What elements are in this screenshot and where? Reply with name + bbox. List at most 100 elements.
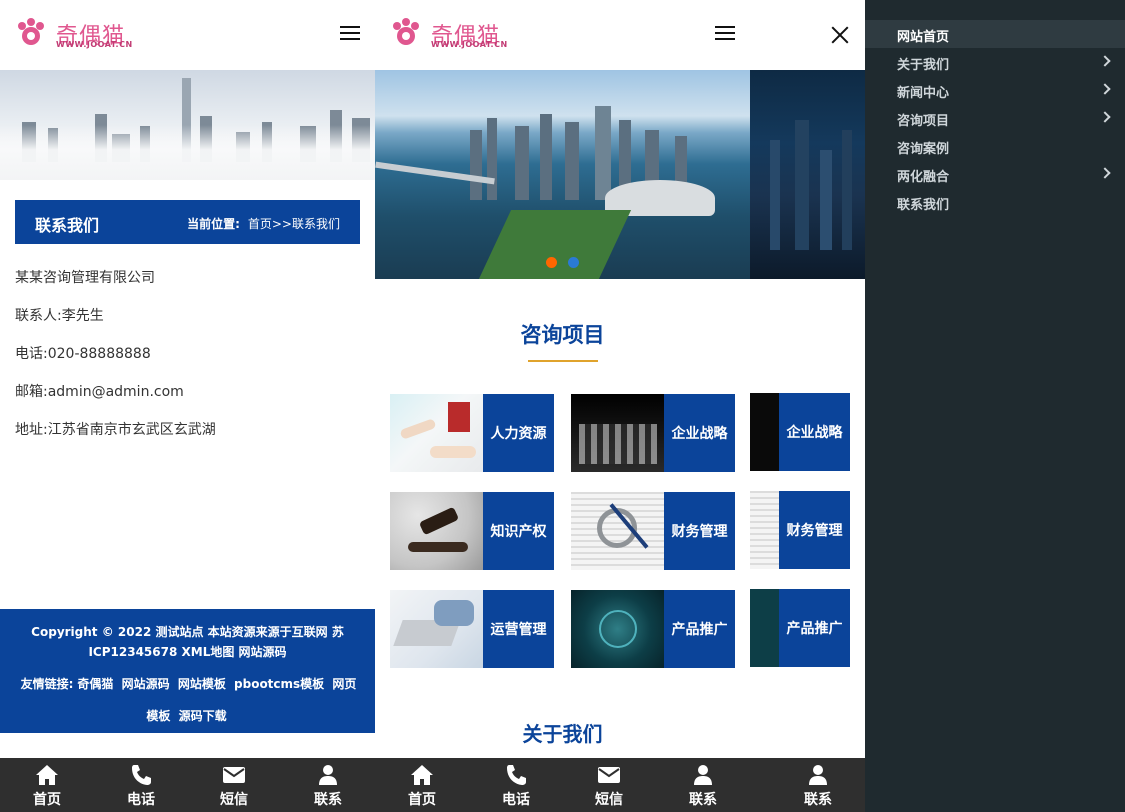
service-label: 人力资源	[483, 394, 554, 472]
close-menu-icon[interactable]	[831, 26, 849, 44]
page-title: 联系我们	[35, 216, 100, 235]
tab-label: 首页	[408, 792, 436, 808]
menu-hamburger-icon[interactable]	[340, 26, 360, 42]
chevron-right-icon[interactable]	[1099, 167, 1111, 179]
circuit-photo-icon	[750, 589, 779, 667]
tab-phone[interactable]: 电话	[476, 758, 556, 812]
contact-address: 地址:江苏省南京市玄武区玄武湖	[15, 422, 216, 438]
section-underline	[528, 360, 598, 362]
tab-contact[interactable]: 联系	[288, 758, 368, 812]
service-card-marketing-clone[interactable]: 产品推广	[750, 589, 850, 667]
header: 奇偶猫 WWW.JOOAT.CN	[375, 0, 750, 70]
site-logo[interactable]: 奇偶猫 WWW.JOOAT.CN	[14, 16, 133, 56]
slide-image-city-night	[750, 70, 865, 279]
tab-sms[interactable]: 短信	[194, 758, 274, 812]
header: 奇偶猫 WWW.JOOAT.CN	[0, 0, 375, 70]
service-label: 知识产权	[483, 492, 554, 570]
chevron-right-icon[interactable]	[1099, 111, 1111, 123]
service-card-finance-clone[interactable]: 财务管理	[750, 491, 850, 569]
circuit-photo-icon	[571, 590, 664, 668]
tab-label: 短信	[595, 792, 623, 808]
breadcrumb-path[interactable]: 首页>>联系我们	[248, 217, 340, 231]
company-name: 某某咨询管理有限公司	[15, 270, 155, 286]
service-label: 产品推广	[779, 589, 850, 667]
banner-image-city-fog	[0, 70, 375, 180]
contact-person: 联系人:李先生	[15, 308, 104, 324]
service-card-marketing[interactable]: 产品推广	[571, 590, 735, 668]
menu-hamburger-icon[interactable]	[715, 26, 735, 42]
nav-label: 咨询项目	[897, 114, 950, 129]
paw-logo-icon	[393, 18, 419, 45]
service-card-finance[interactable]: 财务管理	[571, 492, 735, 570]
service-label: 企业战略	[779, 393, 850, 471]
nav-item-home[interactable]: 网站首页	[865, 20, 1125, 48]
slide-image-city-waterfront	[375, 70, 750, 279]
bottom-tabbar: 首页 电话 短信 联系	[0, 758, 375, 812]
breadcrumb-label: 当前位置:	[187, 217, 240, 231]
logo-url: WWW.JOOAT.CN	[431, 40, 508, 49]
service-card-strategy[interactable]: 企业战略	[571, 394, 735, 472]
tab-phone[interactable]: 电话	[101, 758, 181, 812]
user-icon	[694, 765, 712, 785]
envelope-icon	[598, 767, 620, 783]
magnifier-photo-icon	[750, 491, 779, 569]
service-card-operations[interactable]: 运营管理	[390, 590, 554, 668]
nav-label: 咨询案例	[897, 142, 950, 157]
nav-label: 两化融合	[897, 170, 950, 185]
friend-link[interactable]: 网站模板	[178, 677, 226, 691]
nav-item-about[interactable]: 关于我们	[865, 48, 1125, 76]
chess-photo-icon	[750, 393, 779, 471]
nav-label: 联系我们	[897, 198, 950, 213]
service-card-strategy-clone[interactable]: 企业战略	[750, 393, 850, 471]
tab-label: 电话	[502, 792, 530, 808]
nav-item-contact[interactable]: 联系我们	[865, 188, 1125, 216]
nav-item-cases[interactable]: 咨询案例	[865, 132, 1125, 160]
tab-label: 联系	[689, 792, 717, 808]
service-card-ip[interactable]: 知识产权	[390, 492, 554, 570]
friend-link[interactable]: pbootcms模板	[234, 677, 324, 691]
nav-item-news[interactable]: 新闻中心	[865, 76, 1125, 104]
tab-label: 联系	[804, 792, 832, 808]
tab-home[interactable]: 首页	[382, 758, 462, 812]
nav-label: 关于我们	[897, 58, 950, 73]
hero-slider[interactable]	[375, 70, 865, 279]
tab-label: 首页	[33, 792, 61, 808]
tab-home[interactable]: 首页	[7, 758, 87, 812]
friend-links-label: 友情链接:	[20, 677, 74, 691]
nav-item-services[interactable]: 咨询项目	[865, 104, 1125, 132]
slider-dot[interactable]	[568, 257, 579, 268]
tab-label: 短信	[220, 792, 248, 808]
service-card-hr[interactable]: 人力资源	[390, 394, 554, 472]
page-title-bar: 联系我们 当前位置: 首页>>联系我们	[15, 200, 360, 244]
friend-link[interactable]: 奇偶猫	[77, 677, 113, 691]
user-icon	[319, 765, 337, 785]
phone-icon	[132, 765, 151, 785]
tab-contact-clone[interactable]: 联系	[778, 758, 858, 812]
slider-dot-active[interactable]	[546, 257, 557, 268]
chevron-right-icon[interactable]	[1099, 55, 1111, 67]
contact-phone: 电话:020-88888888	[15, 346, 151, 362]
home-icon	[36, 765, 58, 785]
site-logo[interactable]: 奇偶猫 WWW.JOOAT.CN	[389, 16, 508, 56]
service-label: 运营管理	[483, 590, 554, 668]
contract-photo-icon	[390, 394, 483, 472]
nav-label: 新闻中心	[897, 86, 950, 101]
friend-link[interactable]: 源码下载	[179, 709, 227, 723]
contact-info: 某某咨询管理有限公司 联系人:李先生 电话:020-88888888 邮箱:ad…	[15, 268, 216, 458]
site-footer: Copyright © 2022 测试站点 本站资源来源于互联网 苏ICP123…	[0, 609, 375, 733]
tab-sms[interactable]: 短信	[569, 758, 649, 812]
tab-contact[interactable]: 联系	[663, 758, 743, 812]
friend-links: 友情链接: 奇偶猫 网站源码 网站模板 pbootcms模板 网页模板 源码下载	[14, 668, 361, 732]
copyright-text: Copyright © 2022 测试站点 本站资源来源于互联网 苏ICP123…	[31, 625, 344, 659]
nav-label: 网站首页	[897, 30, 950, 45]
chevron-right-icon[interactable]	[1099, 83, 1111, 95]
tab-label: 联系	[314, 792, 342, 808]
paw-logo-icon	[18, 18, 44, 45]
gavel-photo-icon	[390, 492, 483, 570]
friend-link[interactable]: 网站源码	[122, 677, 170, 691]
logo-url: WWW.JOOAT.CN	[56, 40, 133, 49]
about-section-title: 关于我们	[522, 722, 603, 746]
nav-item-integration[interactable]: 两化融合	[865, 160, 1125, 188]
chess-photo-icon	[571, 394, 664, 472]
contact-page-screen: 奇偶猫 WWW.JOOAT.CN 联系我们 当前位置: 首页>>联系我们 某某咨询…	[0, 0, 375, 812]
